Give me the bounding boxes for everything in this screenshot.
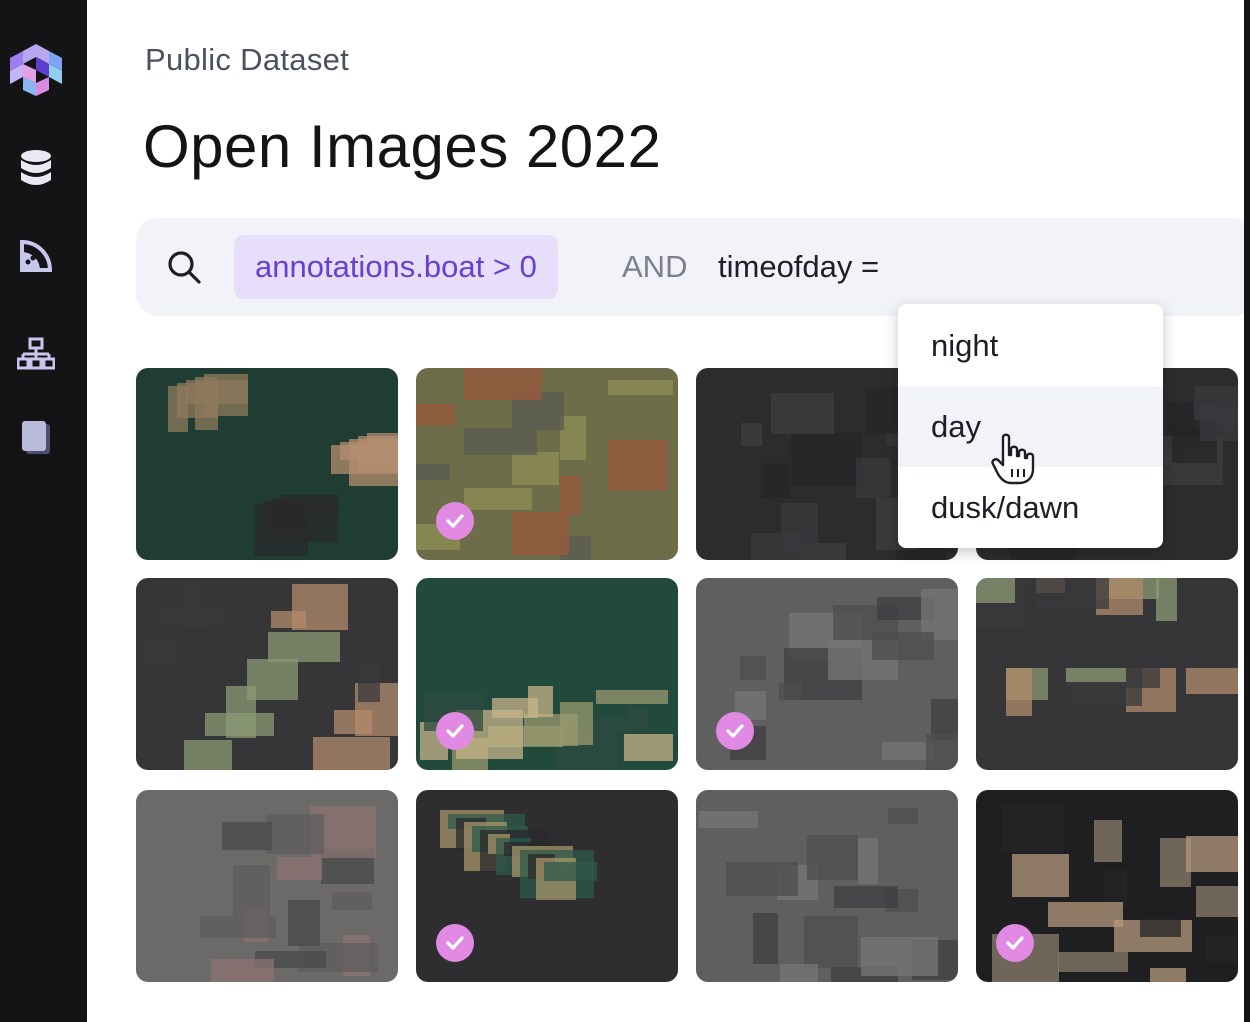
image-thumbnail[interactable] bbox=[696, 790, 958, 982]
satellite-image bbox=[136, 790, 398, 982]
satellite-image bbox=[136, 578, 398, 770]
selected-check-icon[interactable] bbox=[996, 924, 1034, 962]
hand-cursor-icon bbox=[991, 433, 1035, 485]
image-thumbnail[interactable] bbox=[416, 578, 678, 770]
selected-check-icon[interactable] bbox=[436, 712, 474, 750]
dropdown-option-night[interactable]: night bbox=[898, 306, 1163, 386]
image-thumbnail[interactable] bbox=[136, 578, 398, 770]
pie-chart-icon[interactable] bbox=[0, 228, 72, 284]
image-thumbnail[interactable] bbox=[976, 578, 1238, 770]
satellite-image bbox=[696, 790, 958, 982]
window-edge bbox=[1244, 0, 1250, 1022]
selected-check-icon[interactable] bbox=[716, 712, 754, 750]
query-operator: AND bbox=[622, 249, 688, 284]
search-icon[interactable] bbox=[166, 249, 202, 285]
satellite-image bbox=[976, 578, 1238, 770]
image-thumbnail[interactable] bbox=[136, 368, 398, 560]
image-thumbnail[interactable] bbox=[976, 790, 1238, 982]
query-field-input[interactable]: timeofday = bbox=[718, 235, 879, 299]
logo-icon[interactable] bbox=[0, 42, 72, 102]
database-icon[interactable] bbox=[0, 140, 72, 196]
selected-check-icon[interactable] bbox=[436, 502, 474, 540]
satellite-image bbox=[136, 368, 398, 560]
main-content: Public Dataset Open Images 2022 annotati… bbox=[87, 0, 1250, 1022]
sidebar bbox=[0, 0, 87, 1022]
image-thumbnail[interactable] bbox=[416, 368, 678, 560]
image-thumbnail[interactable] bbox=[136, 790, 398, 982]
notebook-icon[interactable] bbox=[0, 410, 72, 466]
dataset-eyebrow: Public Dataset bbox=[145, 42, 350, 77]
network-icon[interactable] bbox=[0, 326, 72, 382]
image-thumbnail[interactable] bbox=[696, 578, 958, 770]
timeofday-dropdown: night day dusk/dawn bbox=[898, 304, 1163, 548]
image-thumbnail[interactable] bbox=[416, 790, 678, 982]
selected-check-icon[interactable] bbox=[436, 924, 474, 962]
search-bar[interactable]: annotations.boat > 0 AND timeofday = bbox=[136, 218, 1250, 316]
filter-chip[interactable]: annotations.boat > 0 bbox=[234, 235, 558, 299]
page-title: Open Images 2022 bbox=[143, 113, 662, 180]
